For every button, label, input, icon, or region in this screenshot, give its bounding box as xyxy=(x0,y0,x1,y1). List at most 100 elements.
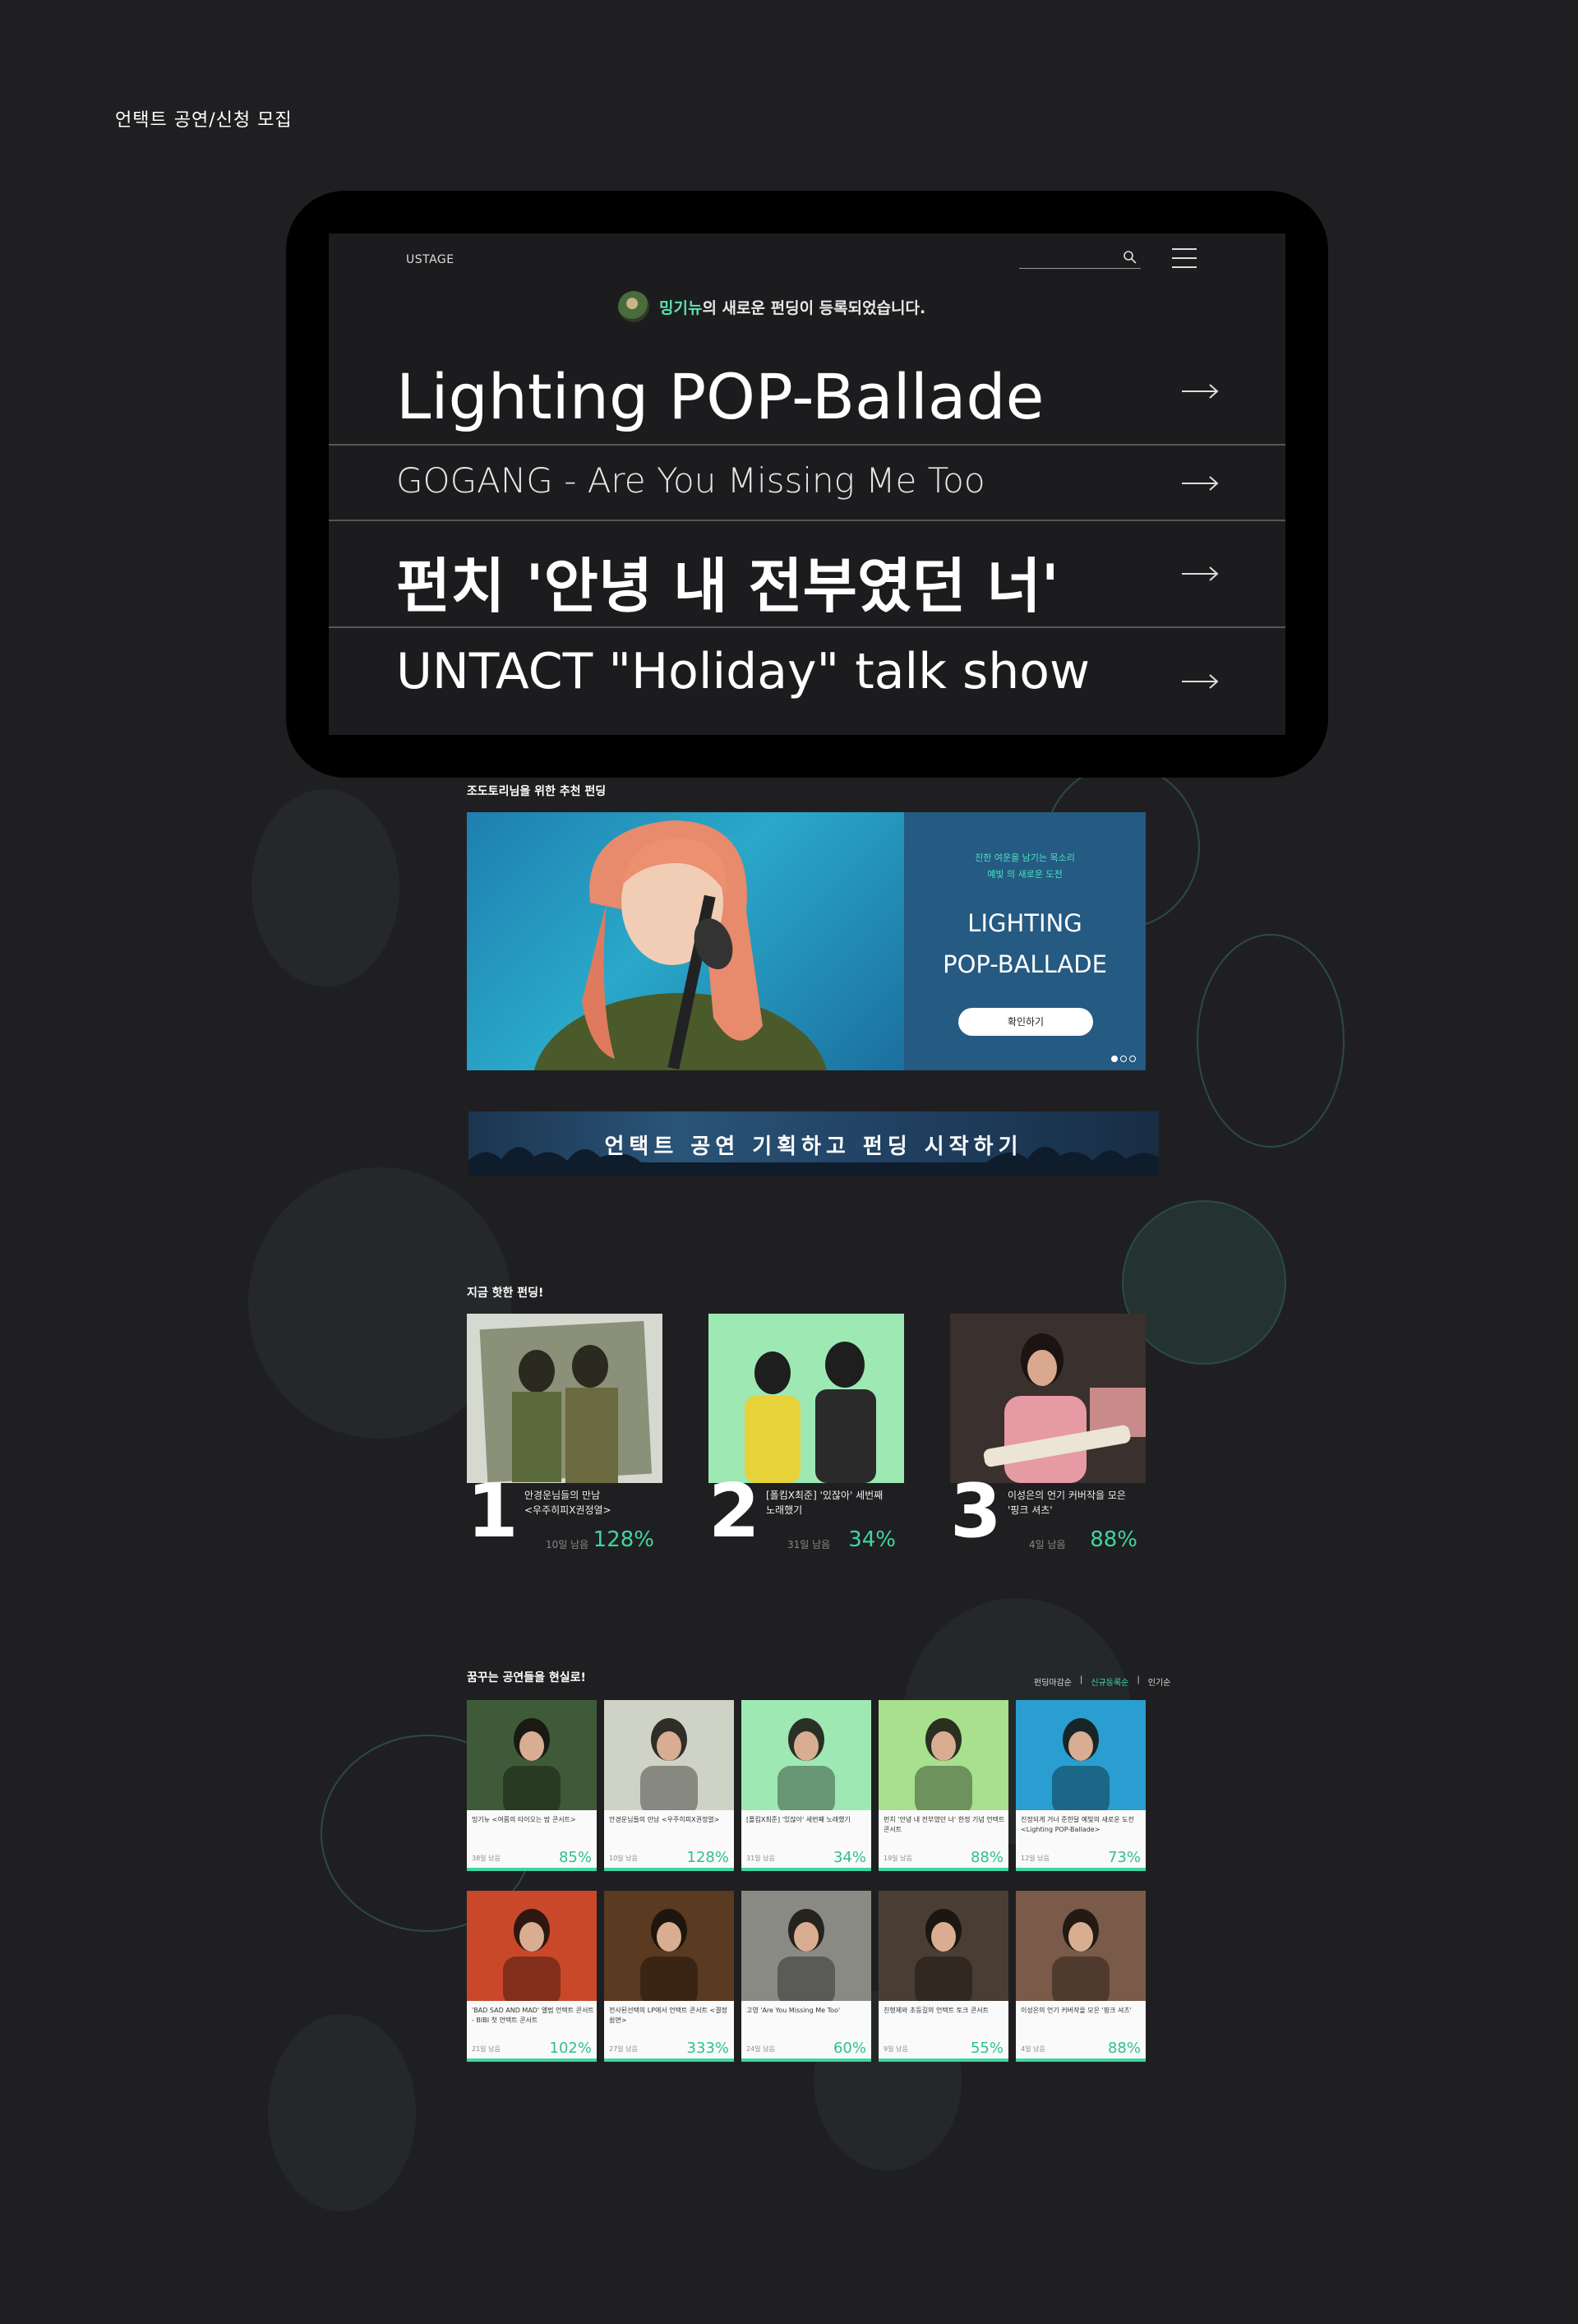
arrow-right-icon[interactable] xyxy=(1180,673,1220,690)
start-funding-banner[interactable]: 언택트 공연 기획하고 펀딩 시작하기 xyxy=(468,1111,1159,1176)
days-left: 38일 남음 xyxy=(472,1855,501,1862)
search-icon[interactable] xyxy=(1121,248,1139,266)
rank-number: 2 xyxy=(708,1468,760,1555)
notice-text: 의 새로운 펀딩이 등록되었습니다. xyxy=(702,298,926,317)
funding-card-title: 전사된선택의 LP에서 언택트 콘서트 <결정쉼면> xyxy=(609,2007,727,2024)
days-left: 4일 남음 xyxy=(1021,2045,1045,2053)
hot-title-line1: 안경운님들의 만남 xyxy=(524,1490,601,1501)
funding-card[interactable]: 이성은의 언기 커버작을 모은 '핑크 셔츠' 4일 남음 88% xyxy=(1016,1891,1146,2062)
hamburger-icon[interactable] xyxy=(1172,248,1197,270)
hero-title-line2: POP-BALLADE xyxy=(943,950,1107,978)
feature-label: UNTACT "Holiday" talk show xyxy=(396,643,1091,700)
hero-sub-line1: 진한 여운을 남기는 목소리 xyxy=(975,852,1075,863)
funding-card-title: 진정되게 거너 준한달 예빛의 새로운 도전 <Lighting POP-Bal… xyxy=(1021,1816,1134,1833)
funding-card-image xyxy=(1016,1700,1146,1810)
funding-card-title: 밍기뉴 <여름의 타이오는 밤 콘서트> xyxy=(472,1816,576,1823)
funding-percent: 333% xyxy=(686,2040,729,2057)
arrow-right-icon[interactable] xyxy=(1180,475,1220,492)
funding-card-title: 펀치 '안녕 내 전부였던 너' 한정 기념 언택트 콘서트 xyxy=(884,1816,1005,1833)
decor-circle xyxy=(251,789,399,986)
funding-card-image xyxy=(467,1700,597,1810)
avatar xyxy=(618,291,649,322)
days-left: 10일 남음 xyxy=(609,1855,638,1862)
hot-card[interactable]: 3 이성은의 언기 커버작을 모은 '핑크 셔츠' 4일 남음 88% xyxy=(950,1314,1146,1552)
funding-card[interactable]: 고영 'Are You Missing Me Too' 24일 남음 60% xyxy=(741,1891,871,2062)
carousel-dot[interactable] xyxy=(1111,1056,1118,1062)
confirm-button[interactable]: 확인하기 xyxy=(958,1008,1093,1036)
funding-percent: 34% xyxy=(848,1527,896,1552)
funding-percent: 128% xyxy=(686,1849,729,1866)
hero-title-line1: LIGHTING xyxy=(967,909,1082,937)
hot-card-image xyxy=(950,1314,1146,1483)
decor-ring xyxy=(1122,1200,1286,1365)
decor-circle xyxy=(268,2014,416,2211)
tab-popular[interactable]: 인기순 xyxy=(1148,1675,1171,1688)
page-title: 언택트 공연/신청 모집 xyxy=(115,110,293,131)
funding-card-image xyxy=(604,1891,734,2001)
funding-card[interactable]: [폴킴X최준] '있잖아' 세번째 노래했기 31일 남음 34% xyxy=(741,1700,871,1871)
search-input[interactable] xyxy=(1019,268,1141,269)
section-label-recommend: 조도토리님을 위한 추천 펀딩 xyxy=(467,785,607,798)
funding-card[interactable]: 진정되게 거너 준한달 예빛의 새로운 도전 <Lighting POP-Bal… xyxy=(1016,1700,1146,1871)
tablet-screen: USTAGE 밍기뉴의 새로운 펀딩이 등록되었습니다. Lighting PO… xyxy=(329,233,1285,735)
funding-card-title: 친형제와 초등길의 언택트 토크 콘서트 xyxy=(884,2007,989,2014)
days-left: 9일 남음 xyxy=(884,2045,908,2053)
hot-title-line2: '핑크 셔츠' xyxy=(1008,1504,1053,1516)
funding-card[interactable]: 펀치 '안녕 내 전부였던 너' 한정 기념 언택트 콘서트 19일 남음 88% xyxy=(879,1700,1008,1871)
funding-percent: 60% xyxy=(833,2040,866,2057)
arrow-right-icon[interactable] xyxy=(1180,566,1220,582)
days-left: 31일 남음 xyxy=(787,1539,831,1550)
hot-card[interactable]: 1 안경운님들의 만남 <우주히피X권정열> 10일 남음 128% xyxy=(467,1314,662,1552)
feature-item[interactable]: UNTACT "Holiday" talk show xyxy=(329,628,1285,735)
days-left: 4일 남음 xyxy=(1029,1539,1066,1550)
funding-card[interactable]: 친형제와 초등길의 언택트 토크 콘서트 9일 남음 55% xyxy=(879,1891,1008,2062)
tab-newest[interactable]: 신규등록순 xyxy=(1091,1675,1128,1688)
hot-title-line2: <우주히피X권정열> xyxy=(524,1504,611,1516)
funding-percent: 34% xyxy=(833,1849,866,1866)
hot-card[interactable]: 2 [폴킴X최준] '있잖아' 세번째노래했기 31일 남음 34% xyxy=(708,1314,904,1552)
brand-logo[interactable]: USTAGE xyxy=(406,253,454,266)
carousel-dot[interactable] xyxy=(1129,1056,1136,1062)
recommend-hero[interactable]: 진한 여운을 남기는 목소리예빛 의 새로운 도전 LIGHTING POP-BA… xyxy=(467,812,1146,1070)
funding-percent: 85% xyxy=(558,1849,592,1866)
funding-card-image xyxy=(467,1891,597,2001)
feature-label: 펀치 '안녕 내 전부였던 너' xyxy=(396,552,1059,621)
notice-bar[interactable]: 밍기뉴의 새로운 펀딩이 등록되었습니다. xyxy=(618,291,925,322)
hot-title-line1: [폴킴X최준] '있잖아' 세번째 xyxy=(766,1490,884,1501)
carousel-dot[interactable] xyxy=(1120,1056,1127,1062)
days-left: 19일 남음 xyxy=(884,1855,912,1862)
hot-card-image xyxy=(467,1314,662,1483)
arrow-right-icon[interactable] xyxy=(1180,383,1220,400)
funding-card-title: 이성은의 언기 커버작을 모은 '핑크 셔츠' xyxy=(1021,2007,1132,2014)
funding-card[interactable]: 전사된선택의 LP에서 언택트 콘서트 <결정쉼면> 27일 남음 333% xyxy=(604,1891,734,2062)
feature-item[interactable]: Lighting POP-Ballade xyxy=(329,339,1285,446)
notice-artist: 밍기뉴 xyxy=(659,298,703,317)
funding-card[interactable]: 밍기뉴 <여름의 타이오는 밤 콘서트> 38일 남음 85% xyxy=(467,1700,597,1871)
funding-card-title: [폴킴X최준] '있잖아' 세번째 노래했기 xyxy=(746,1816,851,1823)
days-left: 24일 남음 xyxy=(746,2045,775,2053)
section-label-dream: 꿈꾸는 공연들을 현실로! xyxy=(467,1671,586,1684)
feature-label: Lighting POP-Ballade xyxy=(396,360,1045,433)
hot-card-image xyxy=(708,1314,904,1483)
rank-number: 1 xyxy=(467,1468,519,1555)
feature-item[interactable]: GOGANG - Are You Missing Me Too xyxy=(329,446,1285,521)
funding-card[interactable]: 안경운님들의 만남 <우주히피X권정열> 10일 남음 128% xyxy=(604,1700,734,1871)
feature-item[interactable]: 펀치 '안녕 내 전부였던 너' xyxy=(329,521,1285,628)
funding-percent: 73% xyxy=(1107,1849,1141,1866)
section-label-hot: 지금 핫한 펀딩! xyxy=(467,1287,544,1300)
funding-card[interactable]: 'BAD SAD AND MAD' 앨범 언택트 콘서트 - BIBI 첫 언택… xyxy=(467,1891,597,2062)
funding-card-title: 'BAD SAD AND MAD' 앨범 언택트 콘서트 - BIBI 첫 언택… xyxy=(472,2007,594,2024)
funding-card-title: 고영 'Are You Missing Me Too' xyxy=(746,2007,841,2014)
hot-title-line2: 노래했기 xyxy=(766,1504,803,1516)
tab-deadline[interactable]: 펀딩마감순 xyxy=(1034,1675,1072,1688)
carousel-dots[interactable] xyxy=(1111,1056,1136,1062)
rank-number: 3 xyxy=(950,1468,1002,1555)
funding-percent: 102% xyxy=(549,2040,592,2057)
funding-percent: 88% xyxy=(1107,2040,1141,2057)
funding-card-image xyxy=(604,1700,734,1810)
funding-card-image xyxy=(879,1700,1008,1810)
hero-sub-line2: 예빛 의 새로운 도전 xyxy=(987,869,1063,880)
feature-label: GOGANG - Are You Missing Me Too xyxy=(396,460,985,501)
days-left: 12일 남음 xyxy=(1021,1855,1050,1862)
funding-percent: 88% xyxy=(970,1849,1004,1866)
